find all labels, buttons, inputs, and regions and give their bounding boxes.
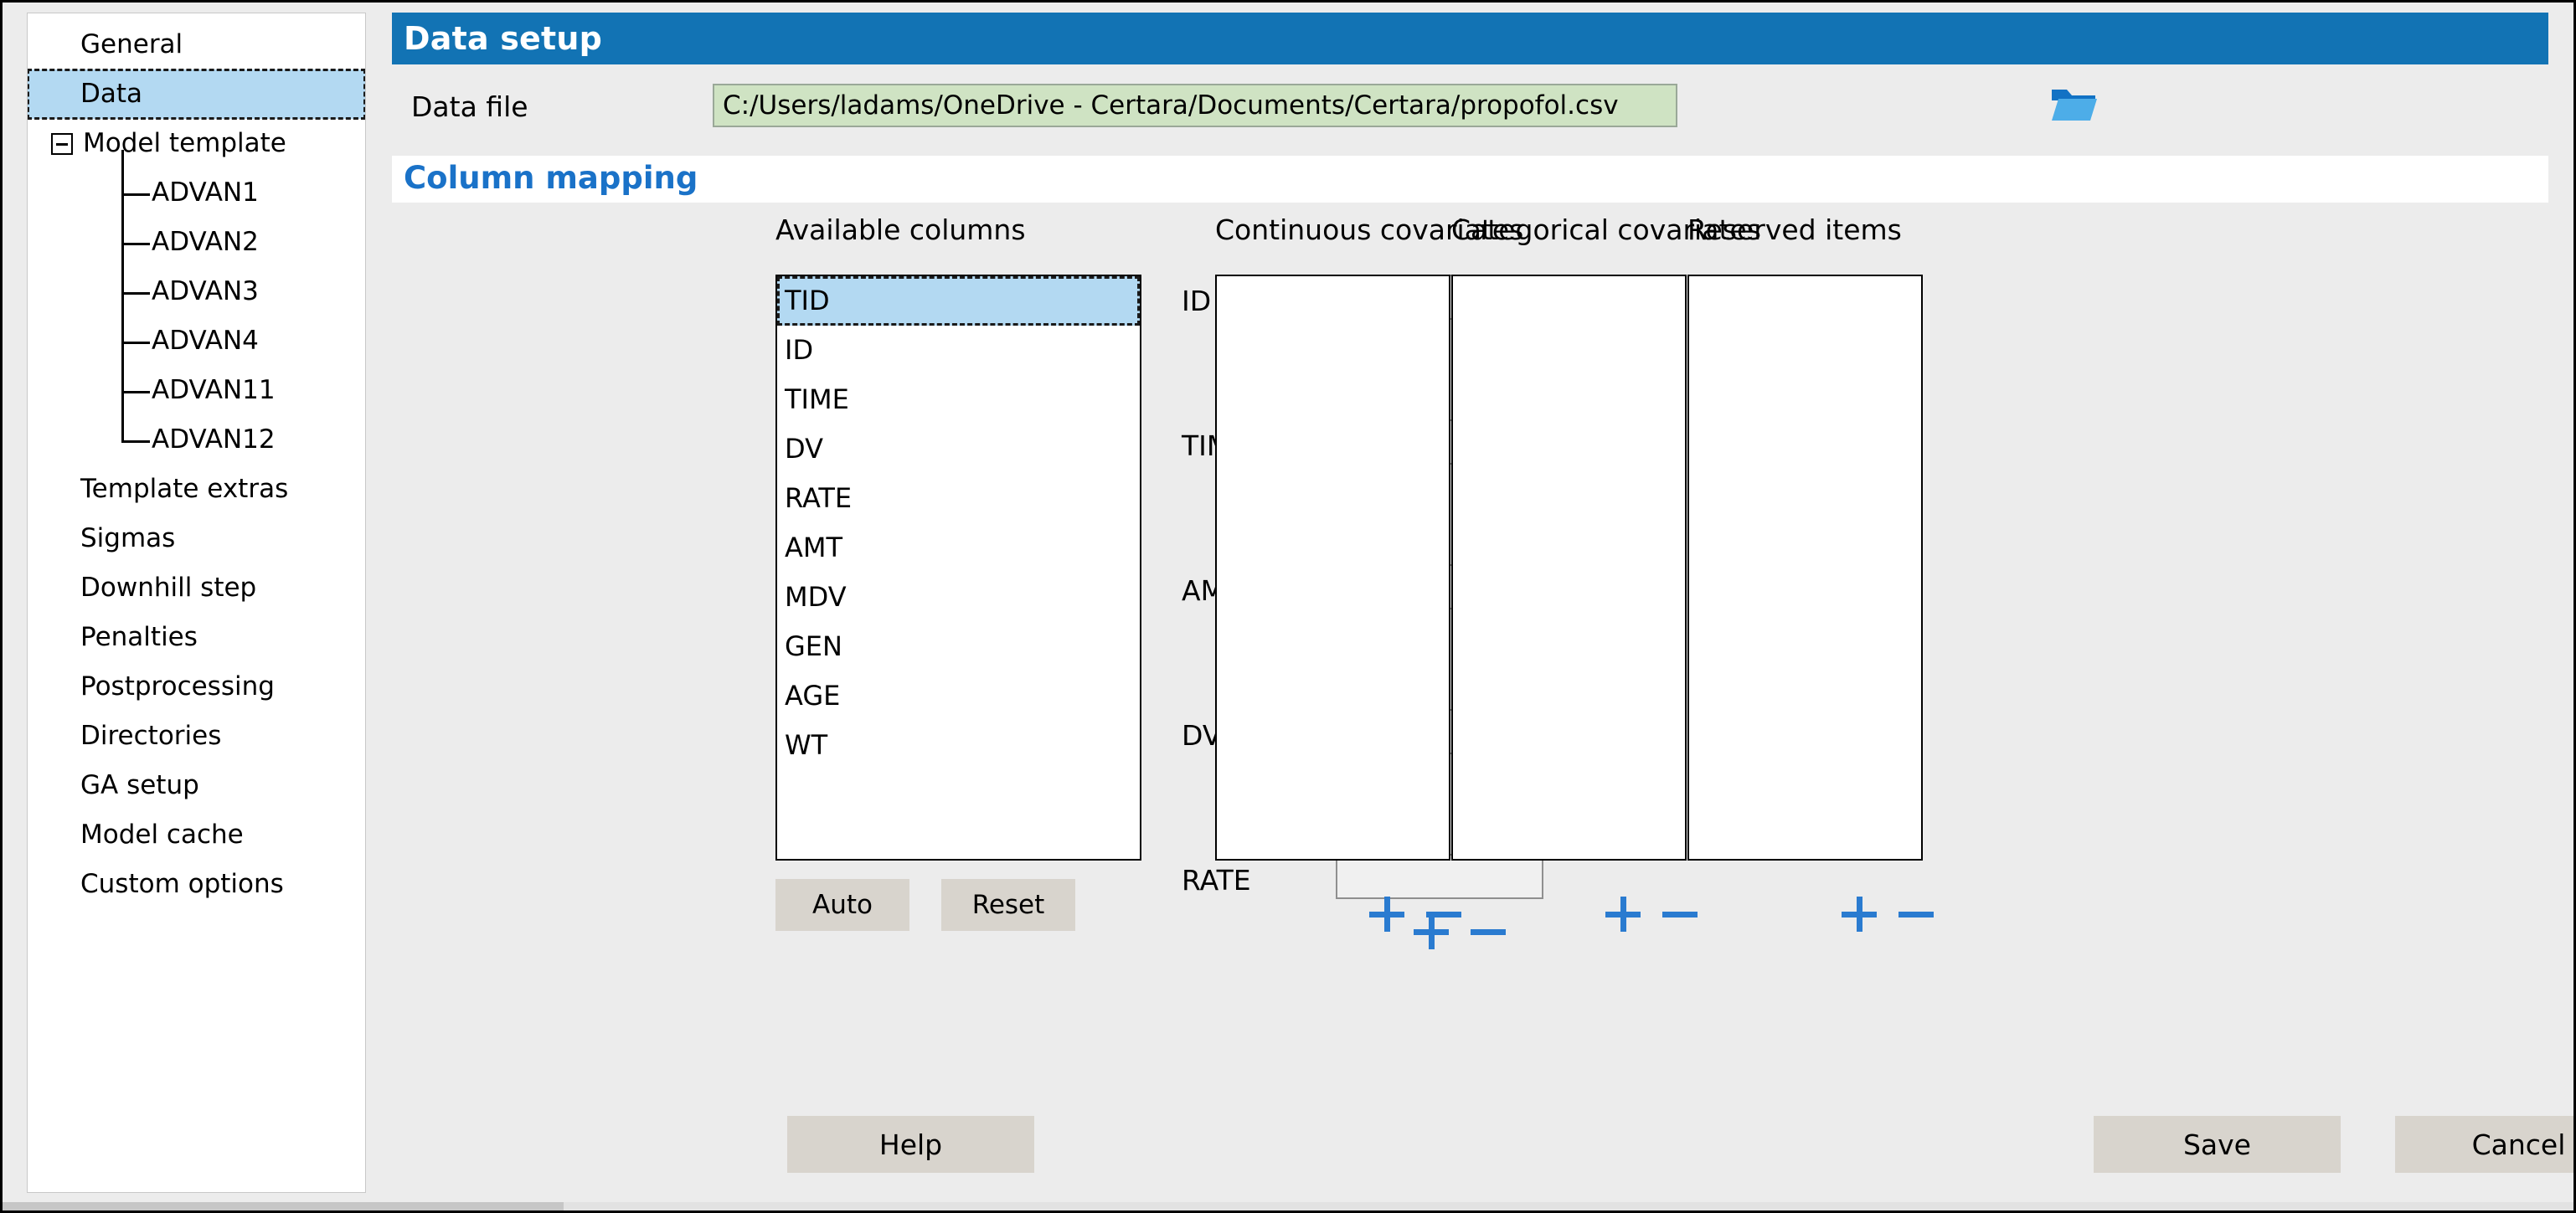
plus-icon[interactable] — [1842, 897, 1877, 932]
sidebar: General Data Model template ADVAN1 ADVAN2 ADV… — [3, 3, 371, 1210]
plus-icon[interactable] — [1605, 897, 1641, 932]
scrollbar-thumb[interactable] — [3, 1202, 564, 1210]
sidebar-item-downhill-step[interactable]: Downhill step — [28, 563, 365, 613]
available-column-item[interactable]: MDV — [777, 573, 1140, 622]
sidebar-item-advan4[interactable]: ADVAN4 — [28, 316, 365, 366]
sidebar-item-advan1[interactable]: ADVAN1 — [28, 168, 365, 218]
save-button[interactable]: Save — [2094, 1116, 2341, 1173]
sidebar-item-label: Model template — [83, 128, 286, 158]
available-column-item[interactable]: TID — [777, 276, 1140, 326]
available-columns-list[interactable]: TID ID TIME DV RATE AMT MDV GEN AGE WT — [775, 275, 1141, 861]
available-column-item[interactable]: RATE — [777, 474, 1140, 523]
reset-button[interactable]: Reset — [941, 879, 1075, 931]
mapping-label-rate: RATE — [1182, 864, 1251, 897]
tree-collapse-icon[interactable] — [51, 132, 73, 155]
panel-list-continuous-covariates[interactable] — [1215, 275, 1450, 861]
sidebar-item-data[interactable]: Data — [28, 69, 365, 120]
sidebar-item-advan2[interactable]: ADVAN2 — [28, 218, 365, 267]
sidebar-item-label: ADVAN11 — [152, 375, 276, 405]
sidebar-item-label: GA setup — [80, 770, 199, 800]
minus-icon[interactable] — [1471, 914, 1506, 949]
sidebar-item-directories[interactable]: Directories — [28, 712, 365, 761]
sidebar-item-label: Custom options — [80, 869, 284, 899]
auto-button[interactable]: Auto — [775, 879, 909, 931]
sidebar-item-model-cache[interactable]: Model cache — [28, 810, 365, 860]
sidebar-item-sigmas[interactable]: Sigmas — [28, 514, 365, 563]
sidebar-item-label: Sigmas — [80, 523, 176, 553]
data-setup-window: General Data Model template ADVAN1 ADVAN2 ADV… — [0, 0, 2576, 1213]
folder-open-icon[interactable] — [2050, 86, 2097, 125]
horizontal-scrollbar[interactable] — [3, 1202, 2573, 1210]
data-file-input[interactable]: C:/Users/ladams/OneDrive - Certara/Docum… — [713, 84, 1677, 127]
sidebar-item-label: ADVAN3 — [152, 276, 259, 306]
sidebar-item-label: ADVAN12 — [152, 424, 276, 455]
minus-icon[interactable] — [1899, 897, 1934, 932]
sidebar-item-label: Model cache — [80, 820, 244, 850]
plus-icon[interactable] — [1369, 897, 1404, 932]
sidebar-item-ga-setup[interactable]: GA setup — [28, 761, 365, 810]
sidebar-item-custom-options[interactable]: Custom options — [28, 860, 365, 909]
sidebar-item-label: General — [80, 29, 183, 59]
cancel-button[interactable]: Cancel — [2395, 1116, 2573, 1173]
available-column-item[interactable]: WT — [777, 721, 1140, 770]
tree-connector-line — [121, 150, 124, 440]
data-file-label: Data file — [411, 90, 528, 123]
navigation-tree-panel: General Data Model template ADVAN1 ADVAN2 ADV… — [27, 13, 366, 1193]
available-column-item[interactable]: AGE — [777, 671, 1140, 721]
page-title: Data setup — [392, 13, 2548, 64]
available-column-item[interactable]: TIME — [777, 375, 1140, 424]
panel-controls-categorical-covariates — [1605, 897, 1698, 932]
sidebar-item-label: Template extras — [80, 474, 289, 504]
available-column-item[interactable]: ID — [777, 326, 1140, 375]
sidebar-item-general[interactable]: General — [28, 20, 365, 69]
sidebar-item-template-extras[interactable]: Template extras — [28, 465, 365, 514]
mapping-label-id: ID — [1182, 285, 1212, 317]
available-column-item[interactable]: AMT — [777, 523, 1140, 573]
available-column-item[interactable]: GEN — [777, 622, 1140, 671]
minus-icon[interactable] — [1662, 897, 1698, 932]
panel-controls-reserved-items — [1842, 897, 1934, 932]
sidebar-item-label: Postprocessing — [80, 671, 275, 702]
help-button[interactable]: Help — [787, 1116, 1034, 1173]
sidebar-item-label: ADVAN2 — [152, 227, 259, 257]
sidebar-item-model-template[interactable]: Model template — [28, 119, 365, 168]
panel-list-categorical-covariates[interactable] — [1451, 275, 1687, 861]
content-area: Data setup Data file C:/Users/ladams/One… — [371, 3, 2573, 1210]
sidebar-item-penalties[interactable]: Penalties — [28, 613, 365, 662]
available-columns-label: Available columns — [775, 213, 1026, 246]
sidebar-item-label: ADVAN4 — [152, 326, 259, 356]
mapping-input-rate[interactable] — [1336, 854, 1543, 899]
minus-icon[interactable] — [1426, 897, 1461, 932]
sidebar-item-label: Data — [80, 79, 143, 109]
sidebar-item-label: Downhill step — [80, 573, 257, 603]
sidebar-item-advan11[interactable]: ADVAN11 — [28, 366, 365, 415]
sidebar-item-postprocessing[interactable]: Postprocessing — [28, 662, 365, 712]
navigation-tree: General Data Model template ADVAN1 ADVAN2 ADV… — [28, 13, 365, 909]
panel-controls-continuous-covariates — [1369, 897, 1461, 932]
panel-label-reserved-items: Reserved items — [1687, 213, 1902, 246]
sidebar-item-label: ADVAN1 — [152, 177, 259, 208]
panel-list-reserved-items[interactable] — [1687, 275, 1923, 861]
sidebar-item-label: Penalties — [80, 622, 198, 652]
sidebar-item-advan12[interactable]: ADVAN12 — [28, 415, 365, 465]
sidebar-item-advan3[interactable]: ADVAN3 — [28, 267, 365, 316]
column-mapping-title: Column mapping — [392, 156, 2548, 203]
available-column-item[interactable]: DV — [777, 424, 1140, 474]
sidebar-item-label: Directories — [80, 721, 222, 751]
